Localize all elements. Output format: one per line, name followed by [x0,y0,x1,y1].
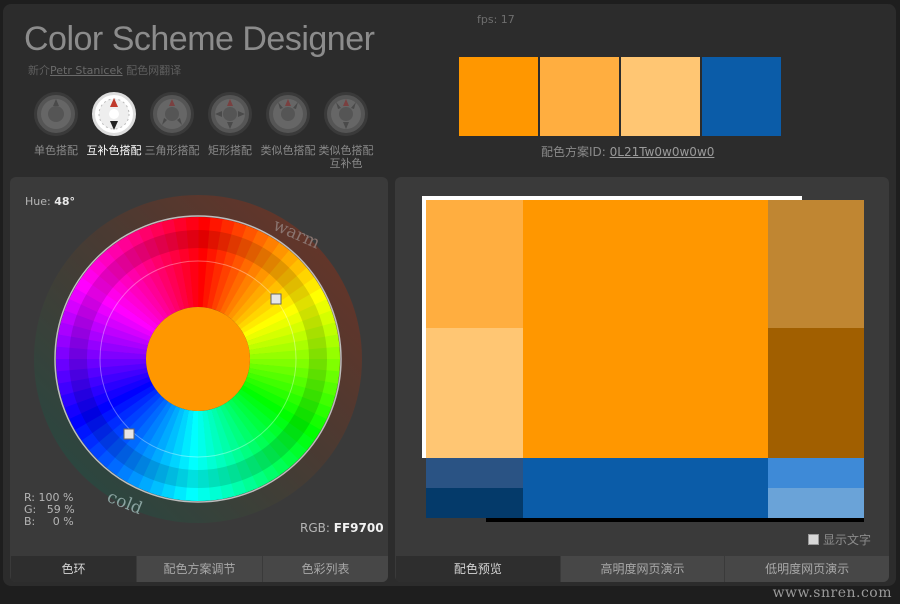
swatch-complement[interactable] [702,57,781,136]
primary-hue-handle[interactable] [270,293,282,305]
tile-complement[interactable] [523,458,768,518]
color-wheel-panel: Hue: 48° warm cold R: 100 % G: 59 % B: 0 [10,177,388,582]
tab-color-wheel[interactable]: 色环 [10,556,136,582]
checkbox-icon[interactable] [808,534,819,545]
analogic-complement-wheel-icon [324,92,368,136]
scheme-id: 配色方案ID: 0L21Tw0w0w0w0 [541,143,714,160]
complement-hue-handle[interactable] [123,428,135,440]
scheme-tetrad-button[interactable]: 矩形搭配 [201,92,259,157]
scheme-id-label: 配色方案ID: [541,145,606,159]
tetrad-wheel-icon [208,92,252,136]
rgb-label: RGB: [300,521,330,535]
scheme-label: 类似色搭配 [260,144,316,157]
tab-dark-page-demo[interactable]: 低明度网页演示 [724,556,889,582]
right-tab-bar: 配色预览 高明度网页演示 低明度网页演示 [395,556,889,582]
show-text-toggle[interactable]: 显示文字 [808,531,871,548]
tab-scheme-preview[interactable]: 配色预览 [395,556,560,582]
scheme-label: 三角形搭配 [144,144,200,157]
tab-color-list[interactable]: 色彩列表 [262,556,388,582]
scheme-triad-button[interactable]: 三角形搭配 [143,92,201,157]
tile-light-1[interactable] [426,200,523,328]
author-link[interactable]: Petr Stanicek [50,64,123,77]
mono-wheel-icon [34,92,78,136]
rgb-readout: RGB: FF9700 [300,521,384,535]
scheme-label: 类似色搭配互补色 [318,144,374,170]
tile-primary[interactable] [523,200,768,458]
tile-dark-1[interactable] [768,200,864,328]
scheme-analogic-complement-button[interactable]: 类似色搭配互补色 [317,92,375,170]
scheme-analogic-button[interactable]: 类似色搭配 [259,92,317,157]
tab-light-page-demo[interactable]: 高明度网页演示 [559,556,725,582]
left-tab-bar: 色环 配色方案调节 色彩列表 [10,556,388,582]
scheme-complement-button[interactable]: 互补色搭配 [85,92,143,157]
triad-wheel-icon [150,92,194,136]
scheme-preview [422,196,864,522]
tile-dark-2[interactable] [768,328,864,458]
swatch-light[interactable] [540,57,619,136]
tile-complement-light-2[interactable] [768,488,864,518]
credit-suffix: 配色网翻译 [126,64,182,77]
center-color-disc [146,307,250,411]
tile-complement-light-1[interactable] [768,458,864,488]
color-wheel[interactable]: warm cold [30,195,366,535]
tile-complement-dark-1[interactable] [426,458,523,488]
page-title: Color Scheme Designer [24,20,375,58]
color-swatches [459,57,781,136]
credit-line: 新介Petr Stanicek 配色网翻译 [28,62,181,78]
scheme-id-link[interactable]: 0L21Tw0w0w0w0 [610,145,715,159]
complement-wheel-icon [92,92,136,136]
fps-counter: fps: 17 [477,13,515,26]
scheme-label: 单色搭配 [34,144,78,157]
swatch-lighter[interactable] [621,57,700,136]
scheme-label: 互补色搭配 [86,144,142,157]
swatch-primary[interactable] [459,57,538,136]
app-window: fps: 17 Color Scheme Designer 新介Petr Sta… [3,4,896,586]
preview-panel: 显示文字 配色预览 高明度网页演示 低明度网页演示 [395,177,889,582]
credit-prefix: 新介 [28,64,50,77]
scheme-label: 矩形搭配 [208,144,252,157]
tile-complement-dark-2[interactable] [426,488,523,518]
analogic-wheel-icon [266,92,310,136]
rgb-percentages: R: 100 % G: 59 % B: 0 % [24,491,75,528]
tile-light-2[interactable] [426,328,523,458]
tab-scheme-adjust[interactable]: 配色方案调节 [136,556,262,582]
watermark: www.snren.com [772,585,892,601]
show-text-label: 显示文字 [823,533,872,547]
scheme-mono-button[interactable]: 单色搭配 [27,92,85,157]
rgb-hex-value: FF9700 [333,521,384,535]
